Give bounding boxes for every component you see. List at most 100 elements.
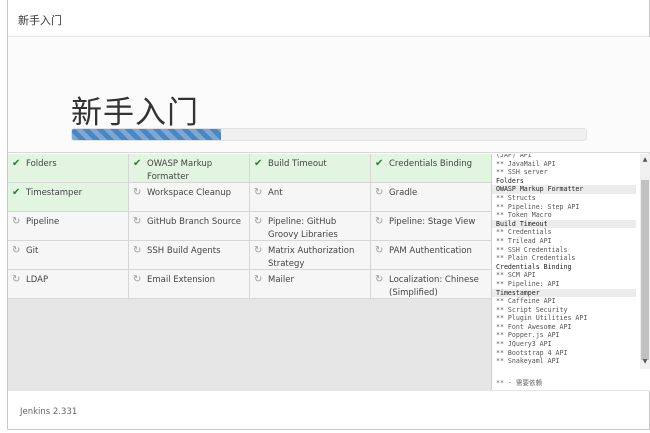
refresh-icon: ↻ [12, 216, 21, 227]
plugin-name: Ant [268, 188, 283, 198]
plugin-cell: ✔ Build Timeout [250, 154, 371, 183]
plugin-name: Build Timeout [268, 159, 327, 169]
log-dependency-line: ** Trilead API [496, 236, 552, 245]
log-plugin-line: OWASP Markup Formatter [492, 185, 636, 194]
refresh-icon: ↻ [254, 245, 263, 256]
plugin-name: Workspace Cleanup [147, 188, 232, 198]
log-plugin-line: Timestamper [492, 288, 636, 298]
plugin-name: Folders [26, 159, 57, 169]
plugin-name: Credentials Binding [389, 159, 472, 169]
plugin-cell: ↻ LDAP [8, 270, 129, 299]
jenkins-version: Jenkins 2.331 [20, 407, 78, 417]
refresh-icon: ↻ [375, 187, 384, 198]
plugin-cell: ↻ Pipeline: GitHub Groovy Libraries [250, 212, 371, 241]
check-icon: ✔ [375, 158, 384, 169]
plugin-cell: ↻ Mailer [250, 270, 371, 299]
plugin-name: Pipeline: GitHub Groovy Libraries [268, 217, 338, 240]
plugin-name: Email Extension [147, 275, 216, 285]
plugin-name: Gradle [389, 188, 418, 198]
plugin-cell: ↻ PAM Authentication [371, 241, 492, 270]
log-dependency-line: ** Script Security [496, 305, 568, 314]
progress-fill [72, 129, 222, 140]
log-dependency-line: ** Font Awesome API [496, 322, 572, 331]
plugin-cell: ↻ GitHub Branch Source [129, 212, 250, 241]
log-dependency-line: ** Plugin Utilities API [496, 314, 588, 323]
log-dependency-line: ** JQuery3 API [496, 340, 552, 349]
refresh-icon: ↻ [133, 245, 142, 256]
plugin-name: SSH Build Agents [147, 246, 221, 256]
log-plugin-line: Folders [496, 176, 524, 185]
setup-wizard-dialog: 新手入门 新手入门 ✔ Folders ✔ OWASP Markup Formatte… [7, 0, 650, 430]
log-dependency-line: ** Structs [496, 193, 536, 202]
plugin-cell: ✔ Timestamper [8, 183, 129, 212]
dialog-header: 新手入门 [8, 0, 649, 37]
plugin-name: Pipeline [26, 217, 60, 227]
refresh-icon: ↻ [254, 274, 263, 285]
plugin-cell: ✔ Folders [8, 154, 129, 183]
page-title: 新手入门 [71, 95, 199, 131]
log-dependency-line: ** SSH Credentials [496, 245, 568, 254]
scroll-down-icon[interactable]: ▼ [640, 358, 650, 365]
install-log-panel[interactable]: (JAF) API ** JavaMail API ** SSH server Fol… [491, 154, 650, 390]
log-dependency-line: ** Popper.js API [496, 331, 560, 340]
plugin-cell: ↻ Git [8, 241, 129, 270]
plugin-grid-area: ✔ Folders ✔ OWASP Markup Formatter ✔ Build Ti… [8, 154, 492, 390]
dialog-title: 新手入门 [18, 14, 62, 27]
plugin-cell: ↻ Ant [250, 183, 371, 212]
log-dependency-line: ** Pipeline: API [496, 279, 560, 288]
plugin-name: GitHub Branch Source [147, 217, 242, 227]
plugin-cell: ↻ Pipeline [8, 212, 129, 241]
log-dependency-line: ** JavaMail API [496, 159, 556, 168]
plugin-name: LDAP [26, 275, 49, 285]
plugin-grid: ✔ Folders ✔ OWASP Markup Formatter ✔ Build Ti… [8, 154, 492, 299]
refresh-icon: ↻ [375, 245, 384, 256]
plugin-cell: ✔ OWASP Markup Formatter [129, 154, 250, 183]
log-legend: ** - 需要依赖 [496, 379, 543, 387]
plugin-name: OWASP Markup Formatter [147, 159, 213, 182]
log-dependency-line: ** SCM API [496, 271, 536, 280]
refresh-icon: ↻ [133, 274, 142, 285]
refresh-icon: ↻ [375, 274, 384, 285]
scroll-up-icon[interactable]: ▲ [640, 156, 650, 163]
plugin-cell: ↻ Gradle [371, 183, 492, 212]
log-dependency-line: ** Bootstrap 4 API [496, 348, 568, 357]
plugin-name: Pipeline: Stage View [389, 217, 476, 227]
check-icon: ✔ [254, 158, 263, 169]
plugin-name: Git [26, 246, 39, 256]
plugin-name: Mailer [268, 275, 294, 285]
refresh-icon: ↻ [12, 245, 21, 256]
plugin-cell: ↻ Email Extension [129, 270, 250, 299]
plugin-cell: ↻ SSH Build Agents [129, 241, 250, 270]
scrollbar-thumb[interactable] [641, 180, 649, 360]
plugin-cell: ↻ Localization: Chinese (Simplified) [371, 270, 492, 299]
refresh-icon: ↻ [133, 187, 142, 198]
log-dependency-line: ** Snakeyaml API [496, 357, 560, 366]
refresh-icon: ↻ [375, 216, 384, 227]
refresh-icon: ↻ [254, 216, 263, 227]
refresh-icon: ↻ [12, 274, 21, 285]
refresh-icon: ↻ [133, 216, 142, 227]
log-dependency-line: ** Caffeine API [496, 297, 556, 306]
log-dependency-line: ** SSH server [496, 168, 548, 177]
plugin-name: Localization: Chinese (Simplified) [389, 275, 479, 298]
check-icon: ✔ [133, 158, 142, 169]
plugin-cell: ✔ Credentials Binding [371, 154, 492, 183]
log-dependency-line: ** Plain Credentials [496, 254, 576, 263]
dialog-footer: Jenkins 2.331 [8, 390, 650, 430]
log-dependency-line: ** Credentials [496, 228, 552, 237]
log-plugin-line: Build Timeout [492, 219, 636, 229]
check-icon: ✔ [12, 158, 21, 169]
refresh-icon: ↻ [254, 187, 263, 198]
check-icon: ✔ [12, 187, 21, 198]
log-dependency-line: ** Pipeline: Step API [496, 202, 580, 211]
log-dependency-line: ** Token Macro [496, 211, 552, 220]
plugin-cell: ↻ Pipeline: Stage View [371, 212, 492, 241]
plugin-name: Timestamper [26, 188, 83, 198]
install-progress-bar [71, 128, 587, 141]
plugin-name: Matrix Authorization Strategy [268, 246, 355, 269]
log-plugin-line: Credentials Binding [496, 262, 572, 271]
plugin-name: PAM Authentication [389, 246, 472, 256]
hero-panel: 新手入门 [8, 37, 650, 153]
plugin-cell: ↻ Matrix Authorization Strategy [250, 241, 371, 270]
log-scrollbar[interactable]: ▲ ▼ [640, 154, 650, 369]
